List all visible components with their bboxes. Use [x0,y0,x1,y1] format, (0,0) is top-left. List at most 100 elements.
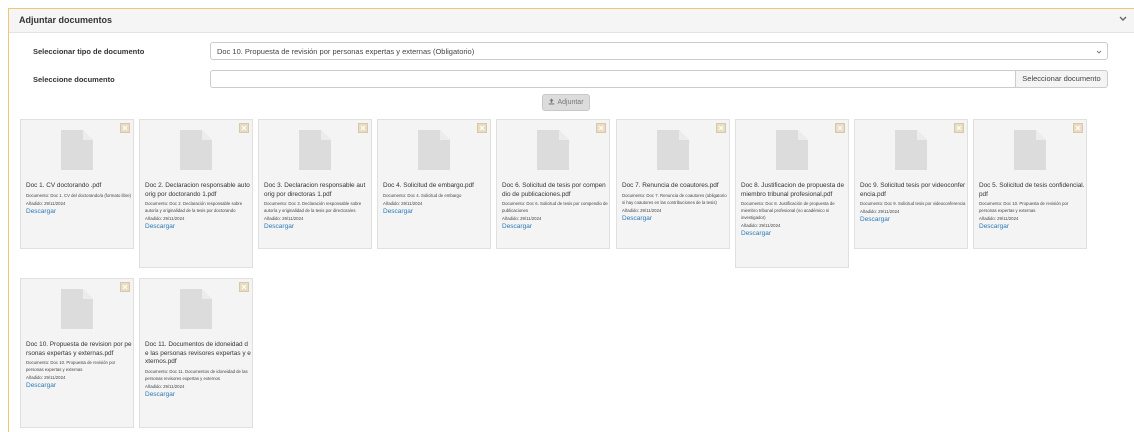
file-path-input[interactable] [210,70,1016,88]
file-icon [180,130,212,170]
remove-document-button[interactable] [596,123,606,133]
document-filename: Doc 5. Solicitud de tesis confidencial.p… [979,182,1085,198]
document-info: Doc 10. Propuesta de revision por person… [26,341,132,391]
document-thumbnail [736,120,848,178]
file-select-label: Seleccione documento [33,75,115,84]
document-thumbnail [21,120,133,178]
remove-document-button[interactable] [477,123,487,133]
remove-document-button[interactable] [716,123,726,133]
document-added-date: Añadido: 29/11/2024 [145,383,185,389]
document-added-date: Añadido: 29/11/2024 [264,216,304,222]
document-info: Doc 6. Solicitud de tesis por compendio … [502,182,608,232]
remove-document-button[interactable] [358,123,368,133]
chevron-down-icon[interactable] [1118,14,1128,24]
close-icon [837,125,843,131]
close-icon [241,284,247,290]
close-icon [122,125,128,131]
document-filename: Doc 4. Solicitud de embargo.pdf [383,182,474,189]
document-added-date: Añadido: 29/11/2024 [26,200,66,206]
download-link[interactable]: Descargar [979,222,1085,232]
document-description: Documento: Doc 10. Propuesta de revisión… [26,360,116,373]
file-icon [895,130,927,170]
document-card: Doc 4. Solicitud de embargo.pdf Documento… [377,119,491,249]
close-icon [479,125,485,131]
document-description: Documento: Doc 6. Solicitud de tesis por… [502,201,608,214]
document-thumbnail [259,120,371,178]
document-filename: Doc 3. Declaracion responsable aut orig … [264,182,366,198]
document-filename: Doc 10. Propuesta de revision por person… [26,341,132,357]
upload-icon [549,98,555,105]
download-link[interactable]: Descargar [741,229,847,239]
document-card: Doc 10. Propuesta de revision por person… [20,278,134,428]
document-type-select[interactable]: Doc 10. Propuesta de revisión por person… [210,42,1108,60]
close-icon [360,125,366,131]
remove-document-button[interactable] [120,282,130,292]
caret-down-icon [1096,50,1102,54]
file-icon [180,289,212,329]
download-link[interactable]: Descargar [502,222,608,232]
remove-document-button[interactable] [120,123,130,133]
download-link[interactable]: Descargar [26,207,132,217]
document-filename: Doc 11. Documentos de idoneidad de las p… [145,341,251,366]
remove-document-button[interactable] [239,123,249,133]
document-card: Doc 5. Solicitud de tesis confidencial.p… [973,119,1087,249]
document-filename: Doc 8. Justificacion de propuesta de mie… [741,182,845,198]
file-icon [418,130,450,170]
close-icon [956,125,962,131]
download-link[interactable]: Descargar [622,214,728,224]
document-info: Doc 3. Declaracion responsable aut orig … [264,182,370,232]
document-info: Doc 1. CV doctorando .pdf Documento: Doc … [26,182,132,217]
document-added-date: Añadido: 29/11/2024 [860,209,900,215]
document-added-date: Añadido: 29/11/2024 [145,216,185,222]
document-info: Doc 4. Solicitud de embargo.pdf Documento… [383,182,489,217]
attach-button[interactable]: Adjuntar [542,94,590,111]
download-link[interactable]: Descargar [264,222,370,232]
document-card: Doc 9. Solicitud tesis por videoconferen… [854,119,968,249]
document-card: Doc 1. CV doctorando .pdf Documento: Doc … [20,119,134,249]
file-icon [299,130,331,170]
document-filename: Doc 2. Declaracion responsable auto orig… [145,182,250,198]
document-info: Doc 5. Solicitud de tesis confidencial.p… [979,182,1085,232]
document-description: Documento: Doc 7. Renuncia de coautores … [622,192,727,205]
document-description: Documento: Doc 11. Documentos de idoneid… [145,368,248,381]
remove-document-button[interactable] [835,123,845,133]
document-thumbnail [974,120,1086,178]
download-link[interactable]: Descargar [145,222,251,232]
document-card: Doc 11. Documentos de idoneidad de las p… [139,278,253,428]
document-description: Documento: Doc 2. Declaración responsabl… [145,201,243,214]
close-icon [241,125,247,131]
document-description: Documento: Doc 3. Declaración responsabl… [264,201,362,214]
remove-document-button[interactable] [954,123,964,133]
download-link[interactable]: Descargar [26,381,132,391]
file-icon [1014,130,1046,170]
download-link[interactable]: Descargar [383,207,489,217]
file-icon [657,130,689,170]
document-thumbnail [617,120,729,178]
remove-document-button[interactable] [239,282,249,292]
document-card: Doc 7. Renuncia de coautores.pdf Document… [616,119,730,249]
document-info: Doc 8. Justificacion de propuesta de mie… [741,182,847,239]
remove-document-button[interactable] [1073,123,1083,133]
document-thumbnail [497,120,609,178]
close-icon [1075,125,1081,131]
download-link[interactable]: Descargar [145,390,251,400]
document-filename: Doc 9. Solicitud tesis por videoconferen… [860,182,966,198]
document-description: Documento: Doc 4. Solicitud de embargo [383,192,462,198]
attach-button-label: Adjuntar [557,99,584,106]
document-thumbnail [140,279,252,337]
select-document-button[interactable]: Seleccionar documento [1015,70,1108,88]
file-icon [537,130,569,170]
close-icon [718,125,724,131]
document-description: Documento: Doc 8. Justificación de propu… [741,201,835,221]
document-filename: Doc 6. Solicitud de tesis por compendio … [502,182,606,198]
close-icon [122,284,128,290]
document-description: Documento: Doc 1. CV del doctorando/a (f… [26,192,132,198]
document-info: Doc 2. Declaracion responsable auto orig… [145,182,251,232]
document-type-selected: Doc 10. Propuesta de revisión por person… [217,47,475,56]
document-added-date: Añadido: 29/11/2024 [26,375,66,381]
panel-header[interactable]: Adjuntar documentos [9,9,1134,33]
panel-title: Adjuntar documentos [19,15,113,25]
document-info: Doc 7. Renuncia de coautores.pdf Document… [622,182,728,224]
download-link[interactable]: Descargar [860,215,966,225]
file-icon [61,289,93,329]
